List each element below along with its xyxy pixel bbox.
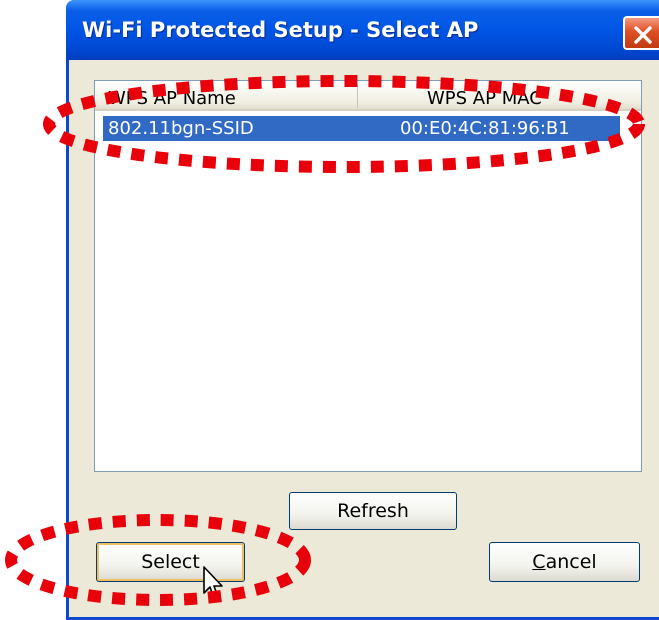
mouse-cursor-icon	[203, 566, 223, 600]
ap-name-cell: 802.11bgn-SSID	[108, 118, 254, 139]
column-header-wps-ap-mac[interactable]: WPS AP MAC	[427, 88, 542, 109]
column-divider[interactable]	[357, 84, 358, 108]
cancel-label: ancel	[545, 551, 597, 573]
cancel-button[interactable]: Cancel	[489, 542, 640, 582]
ap-mac-cell: 00:E0:4C:81:96:B1	[400, 118, 570, 139]
close-icon	[634, 26, 652, 44]
cancel-accelerator: C	[532, 551, 546, 573]
close-button[interactable]	[623, 16, 659, 50]
column-header-wps-ap-name[interactable]: WPS AP Name	[108, 88, 236, 109]
window-title: Wi-Fi Protected Setup - Select AP	[82, 18, 479, 42]
refresh-button[interactable]: Refresh	[289, 492, 457, 530]
